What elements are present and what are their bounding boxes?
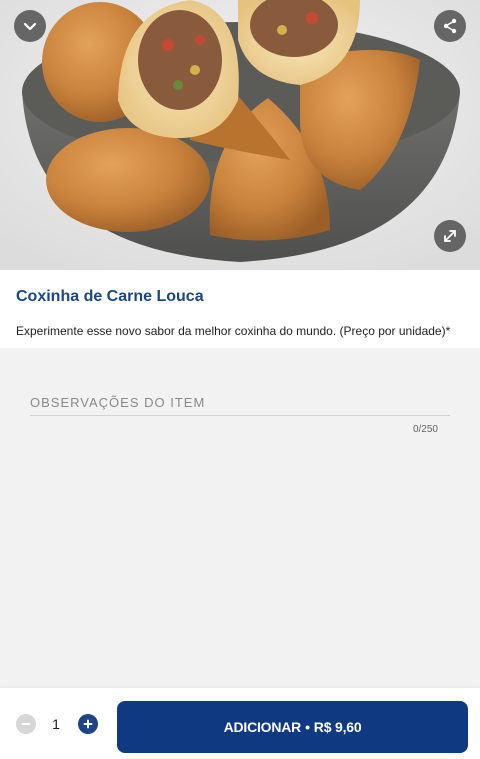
coxinha-bowl-image: [0, 0, 480, 270]
share-button[interactable]: [434, 10, 466, 42]
bottom-bar: 1 ADICIONAR • R$ 9,60: [0, 688, 480, 759]
expand-icon: [444, 230, 456, 242]
increase-quantity-button[interactable]: [78, 714, 98, 734]
product-image: [0, 0, 480, 270]
product-description: Experimente esse novo sabor da melhor co…: [16, 324, 451, 338]
add-to-cart-button[interactable]: ADICIONAR • R$ 9,60: [117, 701, 468, 753]
item-notes: 0/250: [30, 394, 450, 435]
expand-image-button[interactable]: [434, 220, 466, 252]
quantity-value: 1: [52, 716, 60, 732]
add-button-label: ADICIONAR: [223, 719, 302, 735]
minus-icon: [21, 723, 31, 725]
decrease-quantity-button[interactable]: [16, 714, 36, 734]
add-button-price: R$ 9,60: [313, 719, 362, 735]
notes-char-counter: 0/250: [412, 424, 438, 435]
back-button[interactable]: [14, 10, 46, 42]
product-title: Coxinha de Carne Louca: [16, 288, 204, 305]
add-button-separator: •: [305, 719, 310, 735]
item-notes-input[interactable]: [30, 394, 450, 416]
chevron-down-icon: [23, 22, 37, 31]
product-info: Coxinha de Carne Louca Experimente esse …: [0, 270, 480, 348]
plus-icon: [83, 719, 93, 729]
share-icon: [443, 18, 457, 34]
